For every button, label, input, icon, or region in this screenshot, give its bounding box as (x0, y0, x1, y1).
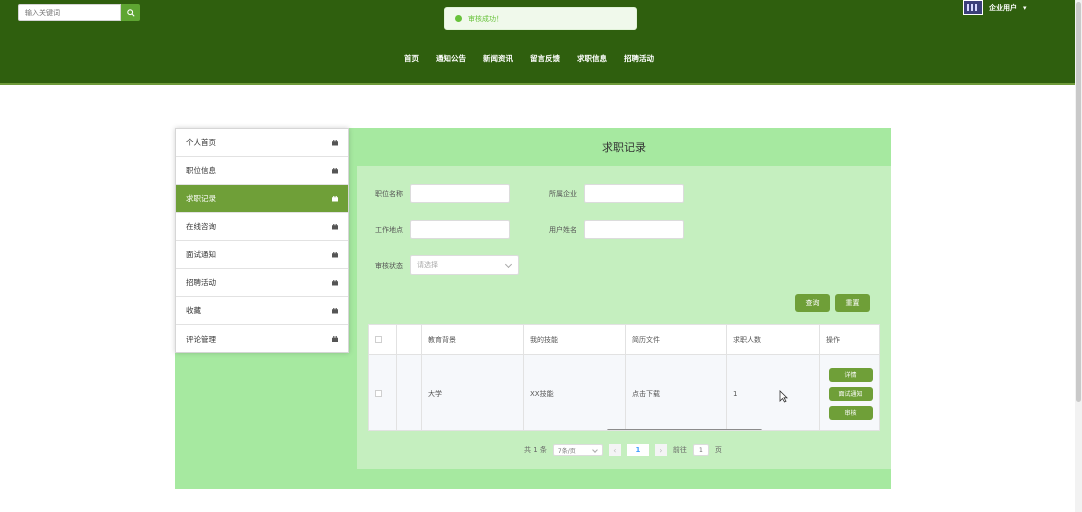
goto-page-input[interactable]: 1 (692, 444, 709, 456)
header-ops: 操作 (826, 335, 840, 344)
username-input[interactable] (584, 220, 684, 239)
hand-icon (332, 307, 338, 314)
nav-recruit-events[interactable]: 招聘活动 (624, 53, 654, 64)
query-button[interactable]: 查询 (795, 294, 830, 312)
header-resume: 简历文件 (626, 325, 727, 354)
row-checkbox[interactable] (375, 390, 382, 397)
search-input[interactable] (18, 4, 121, 21)
header-education: 教育背景 (422, 325, 524, 354)
username-label: 用户姓名 (549, 226, 577, 234)
table-row: 大学 XX技能 点击下载 1 详情 面试通知 审核 (369, 355, 879, 430)
select-all-checkbox[interactable] (375, 336, 382, 343)
sidebar-item-label: 面试通知 (186, 250, 216, 259)
header-count: 求职人数 (727, 325, 820, 354)
row-index-cell (397, 355, 422, 430)
hand-icon (332, 167, 338, 174)
search-button[interactable] (121, 4, 140, 21)
cell-ops: 详情 面试通知 审核 (820, 355, 879, 430)
row-select-cell (369, 355, 397, 430)
applications-table: 教育背景 我的技能 简历文件 求职人数 操作 大学 XX技能 点击下载 1 详情… (368, 324, 880, 431)
pager-total: 共 1 条 (524, 446, 547, 454)
job-name-label: 职位名称 (375, 190, 403, 198)
header-select-cell (369, 325, 397, 354)
hand-icon (332, 195, 338, 202)
sidebar-item-applications[interactable]: 求职记录 (176, 185, 348, 213)
page-title: 求职记录 (602, 141, 646, 154)
company-label: 所属企业 (549, 190, 577, 198)
job-name-input[interactable] (410, 184, 510, 203)
chevron-down-icon (504, 260, 513, 269)
page-number-current[interactable]: 1 (626, 444, 649, 456)
sidebar-item-favorites[interactable]: 收藏 (176, 297, 348, 325)
hand-icon (332, 336, 338, 342)
review-button[interactable]: 审核 (828, 405, 873, 420)
nav-job-info[interactable]: 求职信息 (577, 53, 607, 64)
avatar[interactable] (963, 0, 983, 15)
header-index-cell (397, 325, 422, 354)
sidebar-item-label: 职位信息 (186, 166, 216, 175)
sidebar-item-consult[interactable]: 在线咨询 (176, 213, 348, 241)
sidebar-item-jobs[interactable]: 职位信息 (176, 157, 348, 185)
goto-suffix: 页 (714, 446, 722, 454)
company-input[interactable] (584, 184, 684, 203)
hand-icon (332, 139, 338, 146)
sidebar-item-comments[interactable]: 评论管理 (176, 325, 348, 353)
mouse-cursor-icon (779, 390, 788, 403)
sidebar-item-label: 招聘活动 (186, 278, 216, 287)
user-label[interactable]: 企业用户 (989, 3, 1017, 13)
sidebar-item-label: 个人首页 (186, 138, 216, 147)
cell-resume-download[interactable]: 点击下载 (626, 355, 727, 430)
header-skills: 我的技能 (524, 325, 626, 354)
sidebar-item-interview[interactable]: 面试通知 (176, 241, 348, 269)
nav-notices[interactable]: 通知公告 (436, 53, 466, 64)
hand-icon (332, 279, 338, 286)
sidebar-item-label: 在线咨询 (186, 222, 216, 231)
nav-news[interactable]: 新闻资讯 (483, 53, 513, 64)
interview-notice-button[interactable]: 面试通知 (828, 386, 873, 401)
sidebar-item-profile[interactable]: 个人首页 (176, 129, 348, 157)
success-toast: 审核成功！ (444, 7, 637, 30)
location-label: 工作地点 (375, 226, 403, 234)
sidebar-item-label: 求职记录 (186, 194, 216, 203)
status-select[interactable]: 请选择 (410, 255, 519, 275)
cell-skills: XX技能 (524, 355, 626, 430)
page-scrollbar[interactable] (1075, 0, 1082, 512)
pagination: 共 1 条 7条/页 ‹ 1 › 前往 1 页 (524, 444, 722, 456)
chevron-down-icon[interactable]: ▾ (1023, 4, 1027, 12)
hand-icon (332, 251, 338, 258)
sidebar-item-label: 收藏 (186, 306, 201, 315)
prev-page-button[interactable]: ‹ (608, 444, 621, 456)
table-horizontal-scrollbar[interactable] (607, 429, 762, 430)
nav-home[interactable]: 首页 (404, 53, 419, 64)
goto-prefix: 前往 (672, 446, 687, 454)
top-header: 审核成功！ 企业用户 ▾ 首页 通知公告 新闻资讯 留言反馈 求职信息 招聘活动 (0, 0, 1082, 85)
sidebar-item-events[interactable]: 招聘活动 (176, 269, 348, 297)
search-bar (18, 4, 140, 21)
nav-feedback[interactable]: 留言反馈 (530, 53, 560, 64)
page-size-select[interactable]: 7条/页 (552, 444, 603, 456)
cell-education: 大学 (422, 355, 524, 430)
status-label: 审核状态 (375, 262, 403, 270)
sidebar-item-label: 评论管理 (186, 334, 216, 344)
user-menu[interactable]: 企业用户 ▾ (963, 0, 1027, 15)
reset-button[interactable]: 重置 (835, 294, 870, 312)
location-input[interactable] (410, 220, 510, 239)
toast-message: 审核成功！ (468, 14, 503, 23)
hand-icon (332, 223, 338, 230)
success-icon (455, 15, 462, 22)
status-placeholder: 请选择 (417, 261, 438, 269)
next-page-button[interactable]: › (654, 444, 667, 456)
main-nav: 首页 通知公告 新闻资讯 留言反馈 求职信息 招聘活动 (404, 53, 654, 64)
detail-button[interactable]: 详情 (828, 367, 873, 382)
cell-count: 1 (727, 355, 820, 430)
sidebar-menu: 个人首页 职位信息 求职记录 在线咨询 面试通知 招聘活动 收藏 评论管理 (175, 128, 349, 353)
search-icon (126, 8, 135, 17)
table-header: 教育背景 我的技能 简历文件 求职人数 操作 (369, 325, 879, 355)
scrollbar-thumb[interactable] (1076, 2, 1081, 402)
